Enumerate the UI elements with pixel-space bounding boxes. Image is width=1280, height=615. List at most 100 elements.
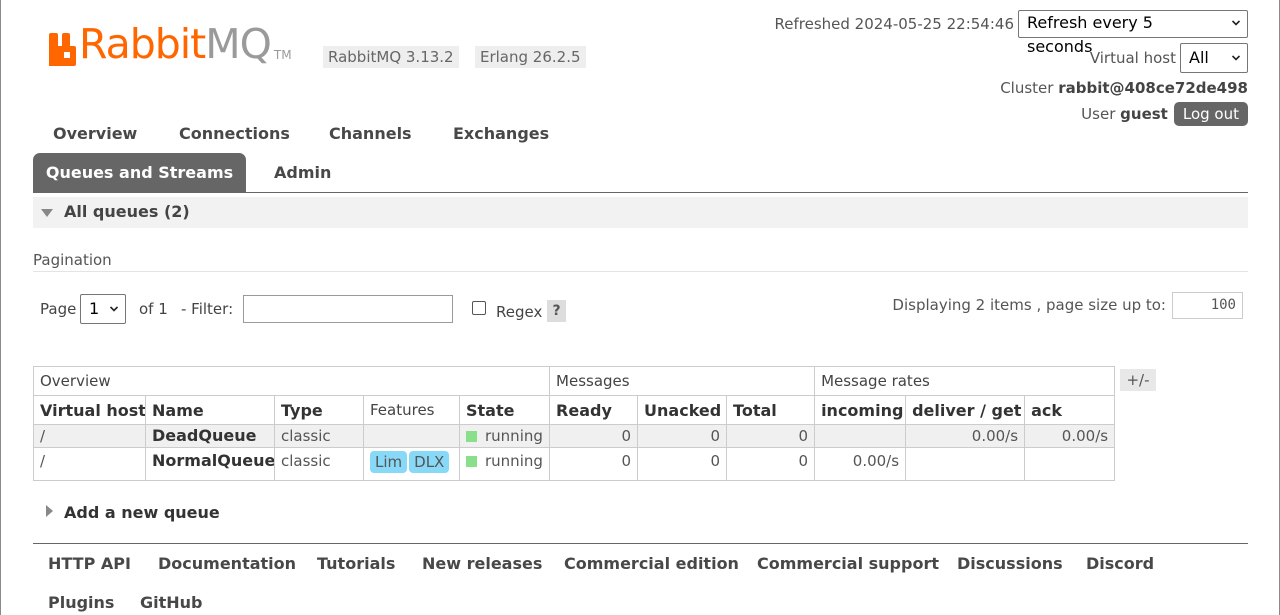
- running-status-icon: [466, 431, 477, 442]
- all-queues-section-header[interactable]: All queues (2): [33, 197, 1248, 228]
- toggle-columns-button[interactable]: +/-: [1120, 369, 1156, 391]
- cluster-label: Cluster: [1000, 79, 1054, 97]
- tab-queues-and-streams[interactable]: Queues and Streams: [33, 153, 246, 192]
- column-ack[interactable]: ack: [1024, 395, 1116, 425]
- rabbitmq-logo-icon: [49, 33, 76, 66]
- rabbitmq-version-badge: RabbitMQ 3.13.2: [323, 46, 459, 68]
- footer-link-discord[interactable]: Discord: [1086, 553, 1154, 575]
- tab-channels[interactable]: Channels: [329, 123, 412, 145]
- cell-virtual-host: /: [33, 447, 146, 481]
- cell-state: running: [458, 424, 551, 448]
- cell-total: 0: [726, 424, 816, 448]
- page-select[interactable]: 1: [80, 294, 126, 324]
- regex-help-button[interactable]: ?: [547, 300, 566, 322]
- state-text: running: [485, 427, 543, 445]
- cell-deliver-get: 0.00/s: [905, 424, 1026, 448]
- virtual-host-value: All: [1189, 48, 1209, 67]
- cell-ack: 0.00/s: [1024, 424, 1116, 448]
- cell-ready: 0: [549, 424, 639, 448]
- column-type[interactable]: Type: [274, 395, 364, 425]
- page-label: Page: [40, 300, 77, 318]
- regex-checkbox[interactable]: [472, 301, 486, 315]
- cell-ready: 0: [549, 447, 639, 481]
- column-unacked[interactable]: Unacked: [637, 395, 728, 425]
- rabbitmq-logo[interactable]: RabbitMQ TM: [47, 22, 292, 66]
- tab-exchanges[interactable]: Exchanges: [453, 123, 549, 145]
- footer-link-commercial-support[interactable]: Commercial support: [757, 553, 939, 575]
- column-virtual-host[interactable]: Virtual host: [33, 395, 146, 425]
- tab-admin[interactable]: Admin: [274, 162, 331, 184]
- group-overview-header: Overview: [32, 366, 551, 396]
- column-state[interactable]: State: [458, 395, 551, 425]
- cell-incoming: [814, 424, 907, 448]
- cell-unacked: 0: [637, 447, 728, 481]
- logo-trademark: TM: [273, 48, 292, 62]
- column-name[interactable]: Name: [145, 395, 275, 425]
- logout-button[interactable]: Log out: [1173, 102, 1248, 126]
- nav-divider: [33, 192, 1248, 193]
- footer-link-http-api[interactable]: HTTP API: [48, 553, 131, 575]
- regex-label: Regex: [496, 303, 543, 321]
- user-label: User: [1081, 105, 1116, 123]
- running-status-icon: [466, 456, 477, 467]
- pagination-divider: [33, 271, 1248, 272]
- collapse-triangle-icon: [41, 209, 53, 217]
- page-select-value: 1: [89, 299, 100, 318]
- feature-badge-dlx: DLX: [409, 451, 450, 473]
- cell-incoming: 0.00/s: [814, 447, 907, 481]
- user-name: guest: [1120, 105, 1168, 123]
- cell-deliver-get: [905, 447, 1026, 481]
- user-info: User guest Log out: [1081, 102, 1248, 126]
- footer-link-commercial-edition[interactable]: Commercial edition: [564, 553, 739, 575]
- footer-link-plugins[interactable]: Plugins: [48, 592, 114, 614]
- chevron-down-icon: [110, 306, 118, 312]
- feature-badge-lim: Lim: [370, 451, 408, 473]
- filter-input[interactable]: [243, 295, 453, 323]
- queue-name-link[interactable]: NormalQueue: [145, 447, 275, 481]
- cell-unacked: 0: [637, 424, 728, 448]
- erlang-version-badge: Erlang 26.2.5: [475, 46, 586, 68]
- refreshed-timestamp: Refreshed 2024-05-25 22:54:46: [774, 15, 1014, 33]
- table-row[interactable]: / NormalQueue classic Lim DLX running 0 0…: [33, 447, 1116, 481]
- column-total[interactable]: Total: [726, 395, 816, 425]
- tab-connections[interactable]: Connections: [179, 123, 290, 145]
- logo-wordmark: RabbitMQ: [79, 20, 272, 68]
- table-row[interactable]: / DeadQueue classic running 0 0 0 0.00/s…: [33, 424, 1116, 448]
- column-ready[interactable]: Ready: [549, 395, 639, 425]
- window-edge-left: [0, 0, 1, 615]
- add-queue-title: Add a new queue: [64, 503, 220, 522]
- footer-link-discussions[interactable]: Discussions: [957, 553, 1063, 575]
- cluster-name: rabbit@408ce72de498: [1058, 79, 1248, 97]
- filter-label: - Filter:: [181, 300, 234, 318]
- virtual-host-label: Virtual host: [1089, 49, 1176, 67]
- cell-total: 0: [726, 447, 816, 481]
- cell-type: classic: [274, 447, 364, 481]
- state-text: running: [485, 452, 543, 470]
- column-features: Features: [363, 395, 460, 425]
- cell-features: [363, 424, 460, 448]
- tab-overview[interactable]: Overview: [53, 123, 137, 145]
- cell-ack: [1024, 447, 1116, 481]
- queue-name-link[interactable]: DeadQueue: [145, 424, 275, 448]
- page-size-input[interactable]: 100: [1172, 292, 1243, 319]
- logo-text-primary: Rabbit: [79, 20, 206, 68]
- table-column-header-row: Virtual host Name Type Features State Re…: [33, 395, 1116, 425]
- cell-virtual-host: /: [33, 424, 146, 448]
- footer-link-new-releases[interactable]: New releases: [422, 553, 542, 575]
- expand-triangle-icon: [46, 505, 53, 517]
- refresh-interval-select[interactable]: Refresh every 5 seconds: [1018, 10, 1248, 56]
- virtual-host-select[interactable]: All: [1180, 43, 1248, 73]
- footer-link-documentation[interactable]: Documentation: [158, 553, 296, 575]
- group-message-rates-header: Message rates: [814, 366, 1116, 396]
- queues-table: Overview Messages Message rates Virtual …: [32, 366, 1116, 481]
- column-incoming[interactable]: incoming: [814, 395, 907, 425]
- page-count-label: of 1: [139, 300, 168, 318]
- footer-link-tutorials[interactable]: Tutorials: [317, 553, 395, 575]
- cell-type: classic: [274, 424, 364, 448]
- all-queues-title: All queues (2): [64, 202, 190, 221]
- column-deliver-get[interactable]: deliver / get: [905, 395, 1026, 425]
- table-group-header-row: Overview Messages Message rates: [32, 366, 1116, 396]
- pagination-title: Pagination: [33, 251, 112, 269]
- footer-link-github[interactable]: GitHub: [140, 592, 203, 614]
- footer-divider: [33, 543, 1248, 544]
